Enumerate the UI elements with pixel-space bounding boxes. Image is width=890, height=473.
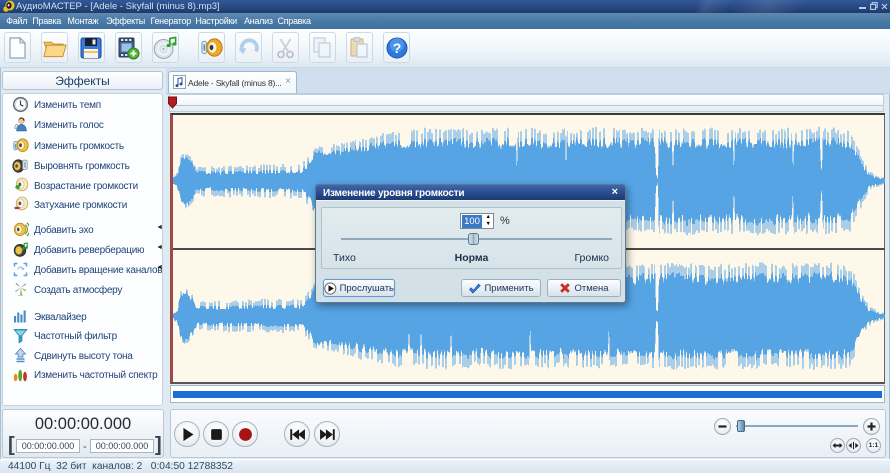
svg-text:?: ? bbox=[392, 40, 401, 56]
